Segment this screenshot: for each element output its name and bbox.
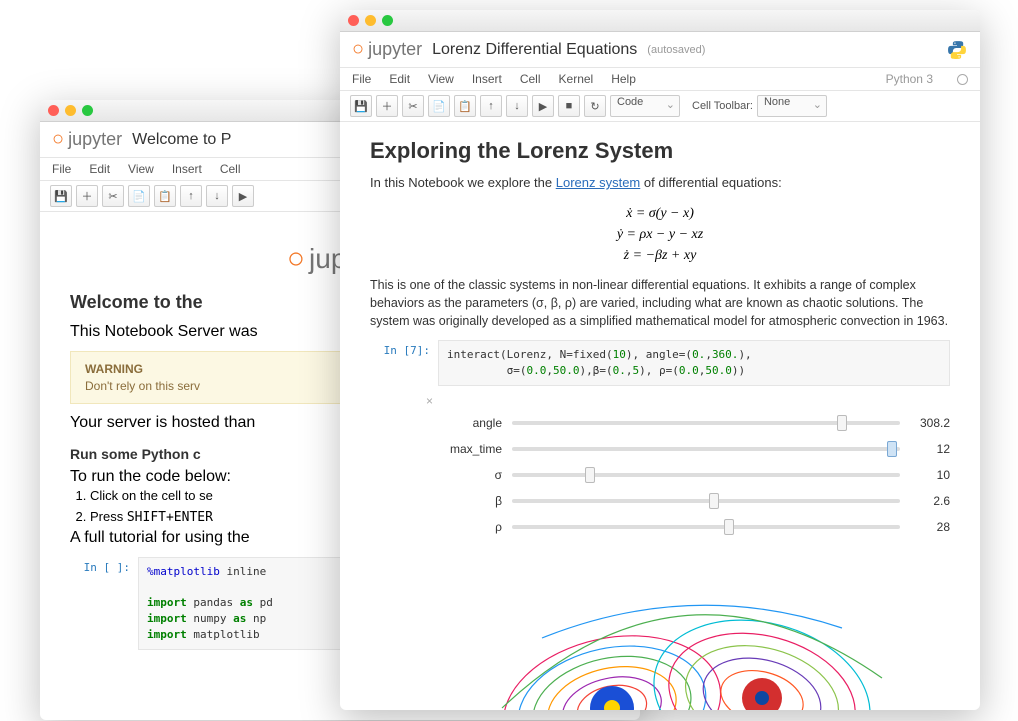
cut-button[interactable]: ✂ [402, 95, 424, 117]
slider-label: β [442, 494, 502, 508]
titlebar [340, 10, 980, 32]
slider-row-rho: ρ 28 [442, 514, 950, 540]
jupyter-logo: ○jupyter [52, 128, 122, 151]
slider-beta[interactable] [512, 499, 900, 503]
run-button[interactable]: ▶ [532, 95, 554, 117]
kernel-indicator-icon [957, 74, 968, 85]
minimize-traffic-light[interactable] [65, 105, 76, 116]
equations: ẋ = σ(y − x) ẏ = ρx − y − xz ż = −βz + x… [370, 203, 950, 266]
move-up-button[interactable]: ↑ [480, 95, 502, 117]
slider-angle[interactable] [512, 421, 900, 425]
move-down-button[interactable]: ↓ [506, 95, 528, 117]
intro-text: In this Notebook we explore the Lorenz s… [370, 174, 950, 193]
notebook-body: Exploring the Lorenz System In this Note… [340, 122, 980, 710]
menu-insert[interactable]: Insert [172, 162, 202, 176]
lorenz-link[interactable]: Lorenz system [556, 175, 641, 190]
save-button[interactable]: 💾 [50, 185, 72, 207]
description-text: This is one of the classic systems in no… [370, 276, 950, 330]
move-down-button[interactable]: ↓ [206, 185, 228, 207]
kernel-name: Python 3 [886, 72, 933, 86]
cut-button[interactable]: ✂ [102, 185, 124, 207]
add-cell-button[interactable]: ＋ [376, 95, 398, 117]
slider-label: σ [442, 468, 502, 482]
interact-widgets: × angle 308.2 max_time 12 σ 10 β 2.6 [370, 386, 950, 548]
slider-row-maxtime: max_time 12 [442, 436, 950, 462]
slider-value: 28 [910, 520, 950, 534]
menu-edit[interactable]: Edit [89, 162, 110, 176]
slider-rho[interactable] [512, 525, 900, 529]
close-traffic-light[interactable] [48, 105, 59, 116]
cell-toolbar-select[interactable]: None [757, 95, 827, 117]
zoom-traffic-light[interactable] [82, 105, 93, 116]
minimize-traffic-light[interactable] [365, 15, 376, 26]
slider-value: 308.2 [910, 416, 950, 430]
lorenz-attractor-plot [442, 558, 922, 710]
copy-button[interactable]: 📄 [128, 185, 150, 207]
zoom-traffic-light[interactable] [382, 15, 393, 26]
paste-button[interactable]: 📋 [454, 95, 476, 117]
code-input[interactable]: interact(Lorenz, N=fixed(10), angle=(0.,… [438, 340, 950, 386]
close-traffic-light[interactable] [348, 15, 359, 26]
slider-value: 12 [910, 442, 950, 456]
notebook-title[interactable]: Lorenz Differential Equations [432, 41, 637, 59]
menu-cell[interactable]: Cell [220, 162, 241, 176]
notebook-title[interactable]: Welcome to P [132, 131, 231, 149]
menu-view[interactable]: View [128, 162, 154, 176]
menubar: File Edit View Insert Cell Kernel Help P… [340, 68, 980, 91]
slider-value: 2.6 [910, 494, 950, 508]
toolbar: 💾 ＋ ✂ 📄 📋 ↑ ↓ ▶ ■ ↻ Code Cell Toolbar: N… [340, 91, 980, 122]
menu-edit[interactable]: Edit [389, 72, 410, 86]
slider-label: angle [442, 416, 502, 430]
autosave-status: (autosaved) [647, 44, 705, 56]
code-cell[interactable]: In [7]: interact(Lorenz, N=fixed(10), an… [370, 340, 950, 386]
cell-type-select[interactable]: Code [610, 95, 680, 117]
run-button[interactable]: ▶ [232, 185, 254, 207]
slider-label: max_time [442, 442, 502, 456]
slider-sigma[interactable] [512, 473, 900, 477]
slider-row-angle: angle 308.2 [442, 410, 950, 436]
copy-button[interactable]: 📄 [428, 95, 450, 117]
menu-cell[interactable]: Cell [520, 72, 541, 86]
menu-insert[interactable]: Insert [472, 72, 502, 86]
stop-button[interactable]: ■ [558, 95, 580, 117]
menu-help[interactable]: Help [611, 72, 636, 86]
input-prompt: In [ ]: [70, 557, 138, 651]
menu-file[interactable]: File [352, 72, 371, 86]
menu-view[interactable]: View [428, 72, 454, 86]
move-up-button[interactable]: ↑ [180, 185, 202, 207]
add-cell-button[interactable]: ＋ [76, 185, 98, 207]
slider-value: 10 [910, 468, 950, 482]
notebook-header: ○jupyter Lorenz Differential Equations (… [340, 32, 980, 68]
warning-body: Don't rely on this serv [85, 379, 200, 393]
restart-button[interactable]: ↻ [584, 95, 606, 117]
menu-kernel[interactable]: Kernel [559, 72, 594, 86]
jupyter-logo: ○jupyter [352, 38, 422, 61]
paste-button[interactable]: 📋 [154, 185, 176, 207]
cell-toolbar-label: Cell Toolbar: [692, 100, 753, 112]
close-icon[interactable]: × [426, 394, 950, 408]
python-logo-icon [946, 39, 968, 61]
slider-maxtime[interactable] [512, 447, 900, 451]
page-title: Exploring the Lorenz System [370, 138, 950, 164]
foreground-window: ○jupyter Lorenz Differential Equations (… [340, 10, 980, 710]
save-button[interactable]: 💾 [350, 95, 372, 117]
slider-label: ρ [442, 520, 502, 534]
slider-row-beta: β 2.6 [442, 488, 950, 514]
menu-file[interactable]: File [52, 162, 71, 176]
input-prompt: In [7]: [370, 340, 438, 386]
slider-row-sigma: σ 10 [442, 462, 950, 488]
